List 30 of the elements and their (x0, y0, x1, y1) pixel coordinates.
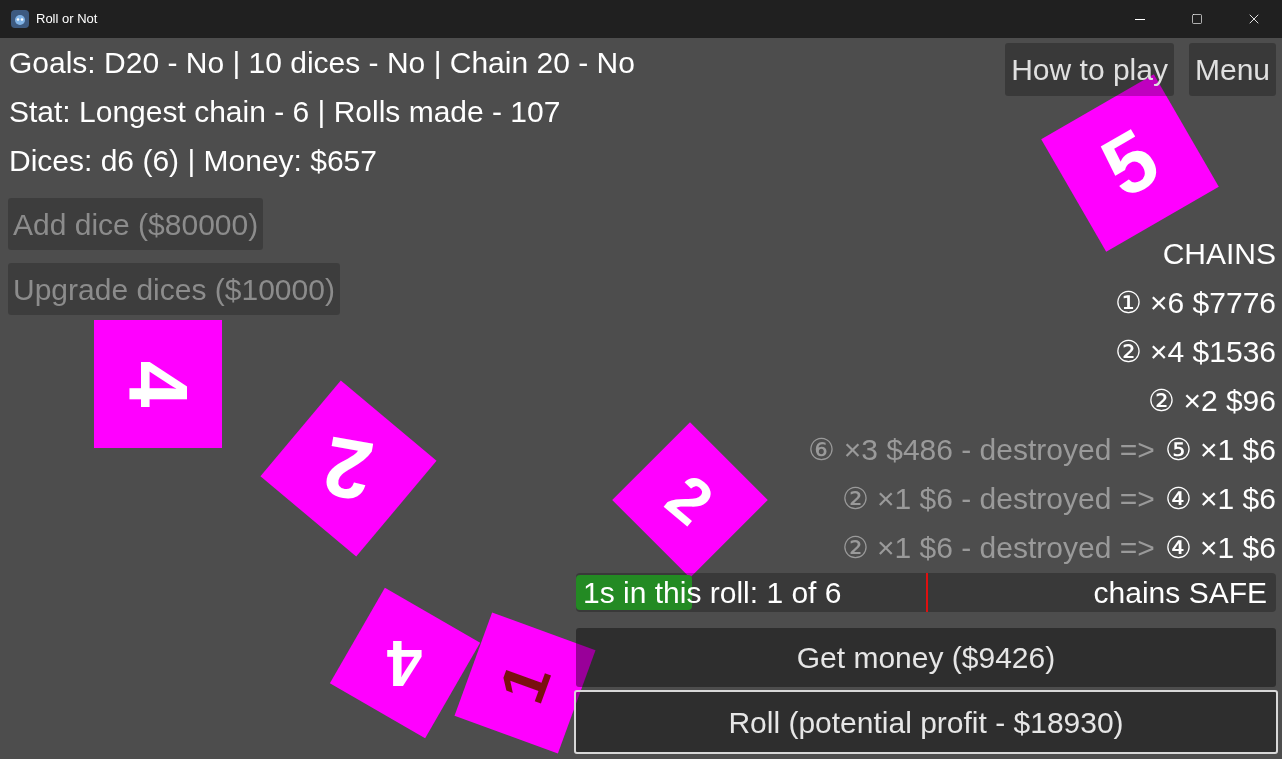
die-number: 4 (387, 631, 423, 695)
chain-entry: ④ ×1 $6 (1164, 481, 1276, 517)
meter-label: 1s in this roll: 1 of 6 (583, 575, 842, 611)
chain-entry: ② ×4 $1536 (1114, 334, 1276, 370)
minimize-icon (1134, 18, 1145, 20)
menu-button[interactable]: How to play (1005, 43, 1174, 96)
die-number: 4 (116, 360, 200, 408)
meter-status: chains SAFE (1093, 575, 1267, 611)
chain-entry: ④ ×1 $6 (1164, 530, 1276, 566)
destroyed-chain: ② ×1 $6 - destroyed => (841, 481, 1155, 517)
stat-line: Goals: D20 - No | 10 dices - No | Chain 20 - No (9, 45, 635, 81)
maximize-icon (1190, 13, 1203, 25)
action-button[interactable]: Roll (potential profit - $18930) (574, 690, 1278, 754)
chain-entry: ① ×6 $7776 (1114, 285, 1276, 321)
die-number: 2 (318, 423, 379, 514)
menu-button[interactable]: Menu (1188, 43, 1276, 96)
die-number: 2 (655, 464, 725, 536)
destroyed-chain: ⑥ ×3 $486 - destroyed => (808, 432, 1155, 468)
destroyed-chain: ② ×1 $6 - destroyed => (841, 530, 1155, 566)
stat-line: Stat: Longest chain - 6 | Rolls made - 107 (9, 94, 561, 130)
stat-line: Dices: d6 (6) | Money: $657 (9, 143, 377, 179)
threshold-marker (926, 573, 928, 612)
app-icon (11, 10, 29, 28)
chains-heading: CHAINS (1162, 236, 1276, 272)
die-number: 1 (488, 655, 562, 711)
chain-entry: ② ×2 $96 (1148, 383, 1276, 419)
chain-entry: ⑤ ×1 $6 (1164, 432, 1276, 468)
action-button[interactable]: Get money ($9426) (576, 628, 1276, 687)
die-number: 5 (1088, 114, 1172, 212)
window-title: Roll or Not (36, 10, 98, 29)
